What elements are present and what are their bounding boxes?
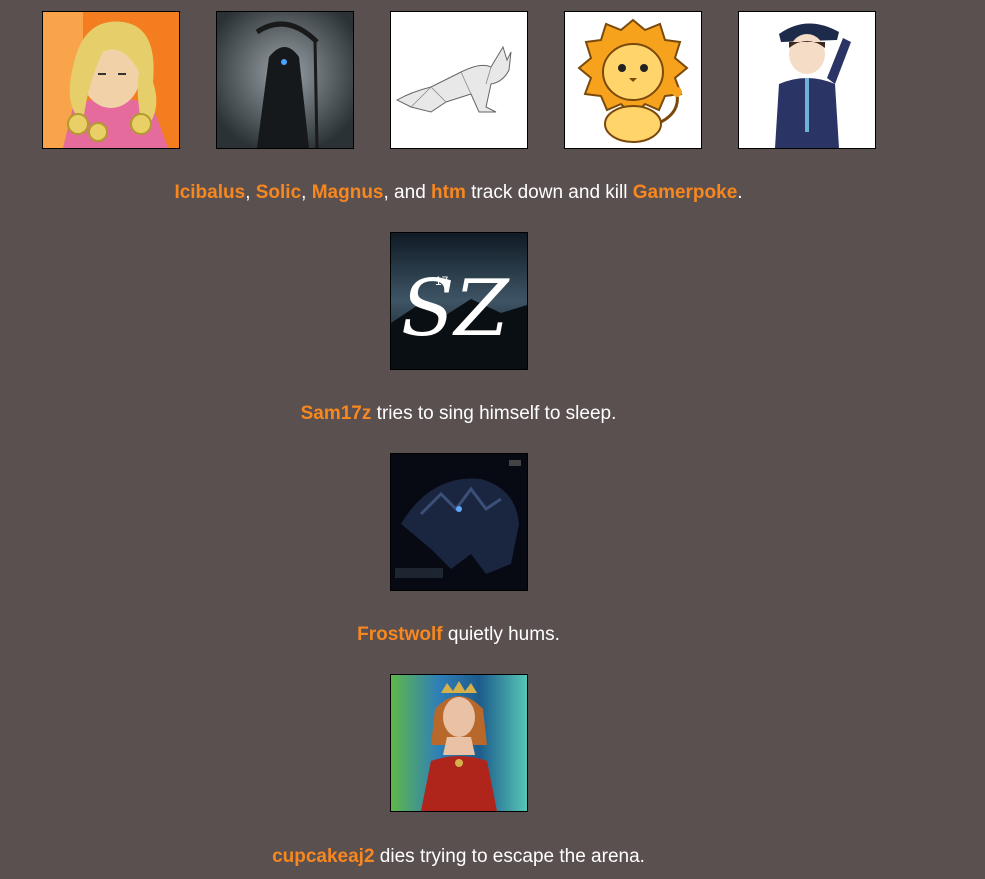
tribute-name[interactable]: Solic bbox=[256, 182, 301, 203]
tribute-name[interactable]: Magnus bbox=[312, 182, 384, 203]
htm-avatar bbox=[564, 11, 702, 149]
solic-avatar bbox=[216, 11, 354, 149]
icibalus-avatar bbox=[42, 11, 180, 149]
hunger-games-events: Icibalus, Solic, Magnus, and htm track d… bbox=[0, 0, 985, 879]
tribute-name[interactable]: htm bbox=[431, 182, 466, 203]
logo-letters: SZ bbox=[401, 264, 510, 354]
sam17z-avatar: SZ 17 bbox=[390, 232, 528, 370]
tribute-name[interactable]: Icibalus bbox=[174, 182, 245, 203]
gamerpoke-avatar bbox=[738, 11, 876, 149]
action-text: tries to sing himself to sleep. bbox=[371, 403, 617, 424]
tribute-name[interactable]: Sam17z bbox=[301, 403, 372, 424]
separator-text: , bbox=[301, 182, 312, 203]
magnus-avatar bbox=[390, 11, 528, 149]
event-2-text: Sam17z tries to sing himself to sleep. bbox=[0, 403, 917, 425]
action-text: quietly hums. bbox=[442, 624, 560, 645]
event-1-text: Icibalus, Solic, Magnus, and htm track d… bbox=[0, 182, 917, 204]
separator-text: , bbox=[245, 182, 256, 203]
event-3-text: Frostwolf quietly hums. bbox=[0, 624, 917, 646]
logo-number: 17 bbox=[435, 274, 449, 288]
tribute-name[interactable]: Frostwolf bbox=[357, 624, 443, 645]
tribute-name[interactable]: cupcakeaj2 bbox=[272, 846, 374, 867]
frostwolf-avatar bbox=[390, 453, 528, 591]
cupcakeaj2-avatar bbox=[390, 674, 528, 812]
tribute-name[interactable]: Gamerpoke bbox=[633, 182, 738, 203]
separator-text: , and bbox=[383, 182, 432, 203]
end-text: . bbox=[737, 182, 743, 203]
event-4-text: cupcakeaj2 dies trying to escape the are… bbox=[0, 846, 917, 868]
action-text: dies trying to escape the arena. bbox=[374, 846, 645, 867]
action-text: track down and kill bbox=[465, 182, 633, 203]
